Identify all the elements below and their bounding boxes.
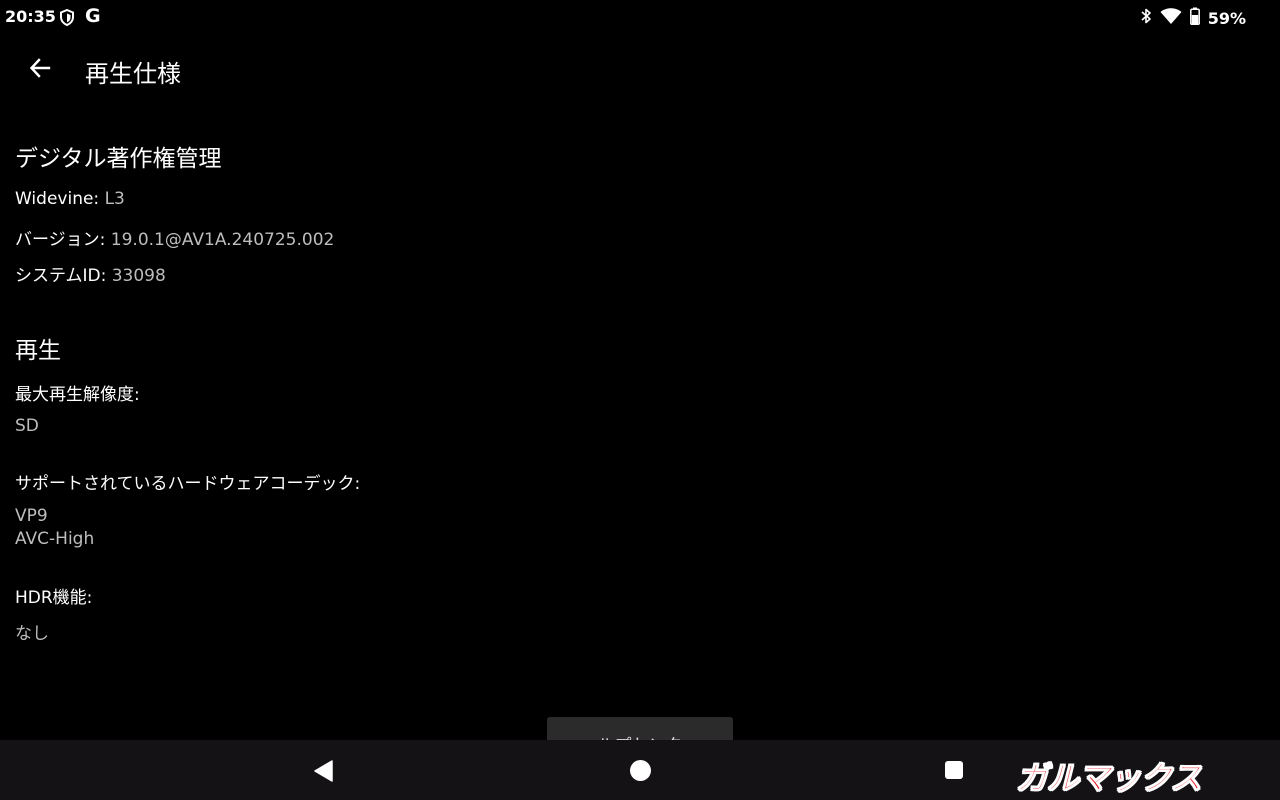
bluetooth-icon [1140, 7, 1152, 29]
nav-home-icon[interactable] [630, 760, 651, 781]
nav-back-icon[interactable] [312, 758, 338, 784]
status-time: 20:35 [5, 7, 56, 26]
version-label: バージョン: [15, 230, 106, 250]
hdr-value: なし [15, 624, 49, 644]
system-id-row: システムID: 33098 [15, 261, 166, 286]
widevine-label: Widevine: [15, 189, 100, 209]
battery-percent: 59% [1207, 8, 1246, 28]
playback-heading: 再生 [15, 338, 61, 364]
arrow-left-icon [29, 58, 51, 78]
screen: 20:35 G 59% 再生仕様 デジタル著作権管理 Widevine: L3 … [0, 0, 1280, 800]
codecs-label: サポートされているハードウェアコーデック: [15, 474, 361, 494]
codec-item: AVC-High [15, 529, 95, 549]
widevine-row: Widevine: L3 [15, 189, 125, 209]
status-icons: 59% [1140, 7, 1246, 29]
codec-item: VP9 [15, 506, 48, 526]
max-resolution-label: 最大再生解像度: [15, 385, 140, 405]
status-bar: 20:35 G 59% [0, 0, 1280, 34]
back-button[interactable] [20, 48, 60, 88]
version-value: 19.0.1@AV1A.240725.002 [110, 230, 335, 250]
system-id-value: 33098 [111, 266, 166, 286]
drm-heading: デジタル著作権管理 [15, 146, 222, 172]
google-icon: G [85, 5, 101, 27]
max-resolution-value: SD [15, 416, 39, 436]
page-title: 再生仕様 [85, 60, 181, 88]
widevine-value: L3 [104, 189, 125, 209]
battery-icon [1189, 7, 1200, 29]
version-row: バージョン: 19.0.1@AV1A.240725.002 [15, 225, 334, 250]
hdr-label: HDR機能: [15, 588, 93, 608]
system-id-label: システムID: [15, 266, 107, 286]
watermark-logo: ガルマックス [1015, 759, 1202, 798]
shield-icon [59, 8, 75, 30]
app-bar: 再生仕様 [0, 44, 1280, 94]
nav-recents-icon[interactable] [945, 761, 963, 779]
wifi-icon [1160, 7, 1182, 29]
